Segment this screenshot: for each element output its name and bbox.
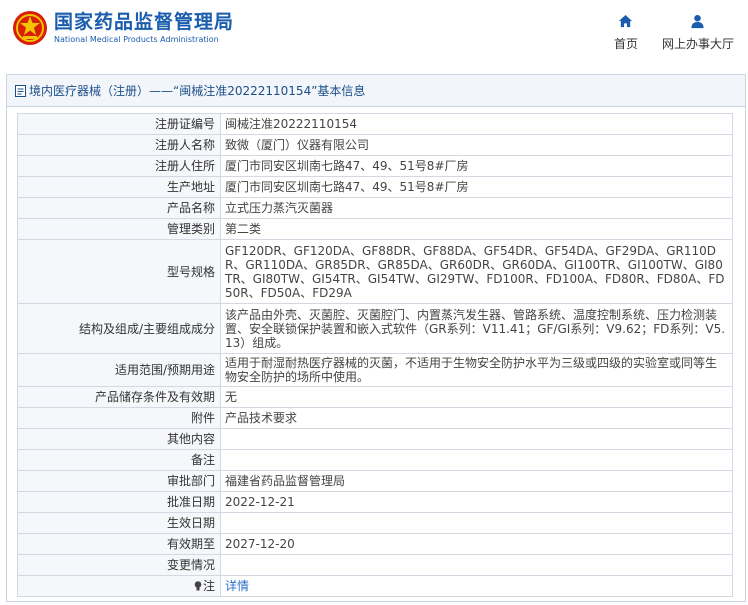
detail-panel: 境内医疗器械（注册）——“闽械注准20222110154”基本信息 注册证编号 … [6, 74, 746, 602]
table-row: 产品储存条件及有效期 无 [17, 386, 733, 408]
note-label-cell: 注 [17, 575, 221, 597]
top-nav: 首页 网上办事大厅 [590, 14, 734, 52]
table-row: 审批部门 福建省药品监督管理局 [17, 470, 733, 492]
table-row: 结构及组成/主要组成成分 该产品由外壳、灭菌腔、灭菌腔门、内置蒸汽发生器、管路系… [17, 303, 733, 354]
field-label: 产品名称 [17, 197, 221, 219]
field-value: 福建省药品监督管理局 [220, 470, 733, 492]
table-row: 注册人名称 致微（厦门）仪器有限公司 [17, 134, 733, 156]
field-label: 有效期至 [17, 533, 221, 555]
table-row: 其他内容 [17, 428, 733, 450]
field-label: 附件 [17, 407, 221, 429]
field-value: 2022-12-21 [220, 491, 733, 513]
field-value: 闽械注准20222110154 [220, 113, 733, 135]
field-value: 厦门市同安区圳南七路47、49、51号8#厂房 [220, 176, 733, 198]
nav-home[interactable]: 首页 [614, 14, 638, 52]
field-label: 变更情况 [17, 554, 221, 576]
note-value-cell: 详情 [220, 575, 733, 597]
field-label: 注册人住所 [17, 155, 221, 177]
table-row: 适用范围/预期用途 适用于耐湿耐热医疗器械的灭菌，不适用于生物安全防护水平为三级… [17, 353, 733, 387]
lightbulb-icon [194, 581, 202, 591]
table-row: 管理类别 第二类 [17, 218, 733, 240]
field-label: 生效日期 [17, 512, 221, 534]
field-value [220, 449, 733, 471]
table-row: 注册证编号 闽械注准20222110154 [17, 113, 733, 135]
field-label: 备注 [17, 449, 221, 471]
national-emblem-icon [13, 11, 47, 45]
note-label: 注 [202, 579, 215, 593]
field-value: 第二类 [220, 218, 733, 240]
field-value: 立式压力蒸汽灭菌器 [220, 197, 733, 219]
field-value: 无 [220, 386, 733, 408]
note-row: 注 详情 [17, 575, 733, 597]
site-subtitle: National Medical Products Administration [54, 35, 219, 44]
table-row: 生效日期 [17, 512, 733, 534]
table-row: 注册人住所 厦门市同安区圳南七路47、49、51号8#厂房 [17, 155, 733, 177]
table-row: 产品名称 立式压力蒸汽灭菌器 [17, 197, 733, 219]
field-label: 其他内容 [17, 428, 221, 450]
field-label: 批准日期 [17, 491, 221, 513]
field-label: 型号规格 [17, 239, 221, 304]
table-row: 批准日期 2022-12-21 [17, 491, 733, 513]
nav-home-label: 首页 [613, 37, 638, 51]
field-value [220, 428, 733, 450]
info-table: 注册证编号 闽械注准20222110154 注册人名称 致微（厦门）仪器有限公司… [17, 113, 733, 597]
field-value [220, 554, 733, 576]
table-row: 生产地址 厦门市同安区圳南七路47、49、51号8#厂房 [17, 176, 733, 198]
field-label: 产品储存条件及有效期 [17, 386, 221, 408]
table-row: 型号规格 GF120DR、GF120DA、GF88DR、GF88DA、GF54D… [17, 239, 733, 304]
field-label: 注册证编号 [17, 113, 221, 135]
field-value: 该产品由外壳、灭菌腔、灭菌腔门、内置蒸汽发生器、管路系统、温度控制系统、压力检测… [220, 303, 733, 354]
table-row: 变更情况 [17, 554, 733, 576]
site-title: 国家药品监督管理局 [54, 11, 235, 33]
table-row: 备注 [17, 449, 733, 471]
details-link[interactable]: 详情 [225, 579, 249, 593]
field-value: GF120DR、GF120DA、GF88DR、GF88DA、GF54DR、GF5… [220, 239, 733, 304]
field-label: 审批部门 [17, 470, 221, 492]
table-row: 有效期至 2027-12-20 [17, 533, 733, 555]
field-label: 注册人名称 [17, 134, 221, 156]
field-value: 致微（厦门）仪器有限公司 [220, 134, 733, 156]
user-icon [691, 14, 705, 29]
field-label: 结构及组成/主要组成成分 [17, 303, 221, 354]
field-value: 产品技术要求 [220, 407, 733, 429]
home-icon [619, 14, 633, 28]
field-value: 厦门市同安区圳南七路47、49、51号8#厂房 [220, 155, 733, 177]
nav-online-hall-label: 网上办事大厅 [661, 37, 734, 51]
table-row: 附件 产品技术要求 [17, 407, 733, 429]
field-value [220, 512, 733, 534]
site-header: 国家药品监督管理局 National Medical Products Admi… [0, 0, 748, 64]
field-label: 管理类别 [17, 218, 221, 240]
field-label: 生产地址 [17, 176, 221, 198]
field-value: 2027-12-20 [220, 533, 733, 555]
site-logo[interactable]: 国家药品监督管理局 National Medical Products Admi… [12, 10, 234, 46]
document-icon [15, 84, 26, 97]
field-label: 适用范围/预期用途 [17, 353, 221, 387]
field-value: 适用于耐湿耐热医疗器械的灭菌，不适用于生物安全防护水平为三级或四级的实验室或同等… [220, 353, 733, 387]
nav-online-hall[interactable]: 网上办事大厅 [662, 14, 734, 52]
panel-header: 境内医疗器械（注册）——“闽械注准20222110154”基本信息 [7, 75, 745, 107]
panel-title: 境内医疗器械（注册）——“闽械注准20222110154”基本信息 [29, 84, 366, 98]
